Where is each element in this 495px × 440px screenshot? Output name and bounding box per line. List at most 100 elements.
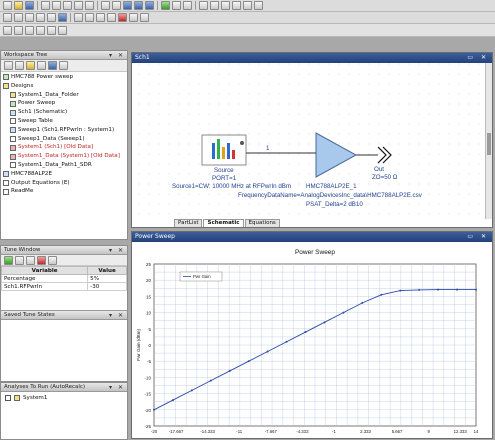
search-icon[interactable]	[85, 13, 94, 22]
tree-item[interactable]: System1 (Sch1) [Old Data]	[3, 143, 125, 152]
tree-item[interactable]: Sch1 (Schematic)	[3, 108, 125, 117]
select-icon[interactable]	[3, 13, 12, 22]
data-point[interactable]	[266, 350, 269, 353]
new-design-icon[interactable]	[4, 61, 13, 70]
grid-view-icon[interactable]	[134, 1, 143, 10]
new-table-icon[interactable]	[37, 61, 46, 70]
tree-item[interactable]: Sweep Table	[3, 117, 125, 126]
line-icon[interactable]	[243, 1, 252, 10]
delete-icon[interactable]	[118, 13, 127, 22]
ground-icon[interactable]	[47, 13, 56, 22]
analysis-item[interactable]: System1	[1, 392, 127, 404]
marker-icon[interactable]	[221, 1, 230, 10]
properties-icon[interactable]	[59, 61, 68, 70]
data-point[interactable]	[361, 301, 364, 304]
tab-partlist[interactable]: PartList	[174, 219, 203, 227]
panel-window-buttons[interactable]: ▾ ✕	[109, 383, 125, 392]
text-icon[interactable]	[232, 1, 241, 10]
help-icon[interactable]	[140, 13, 149, 22]
tree-item[interactable]: System1_Data_Folder	[3, 91, 125, 100]
tune-down-icon[interactable]	[26, 255, 35, 265]
flip-icon[interactable]	[36, 13, 45, 22]
graph-icon[interactable]	[199, 1, 208, 10]
properties-icon[interactable]	[129, 13, 138, 22]
part-resistor-icon[interactable]	[3, 25, 12, 35]
part-filter-icon[interactable]	[58, 25, 67, 35]
tree-item[interactable]: Designs	[3, 82, 125, 91]
undo-icon[interactable]	[74, 1, 83, 10]
tree-item[interactable]: HMC788ALP2E	[3, 170, 125, 179]
zoom-fit-icon[interactable]	[74, 13, 83, 22]
zoom-out-icon[interactable]	[112, 1, 121, 10]
data-point[interactable]	[171, 399, 174, 402]
rotate-icon[interactable]	[25, 13, 34, 22]
tile-icon[interactable]	[145, 1, 154, 10]
clock-icon[interactable]	[183, 1, 192, 10]
redo-icon[interactable]	[85, 1, 94, 10]
table-row[interactable]: Percentage 5%	[0, 274, 127, 283]
data-point[interactable]	[437, 288, 440, 291]
table-icon[interactable]	[210, 1, 219, 10]
folder-icon[interactable]	[26, 61, 35, 70]
window-buttons[interactable]: ▭ ✕	[467, 53, 489, 63]
tune-up-icon[interactable]	[15, 255, 24, 265]
data-point[interactable]	[247, 360, 250, 363]
tree-item[interactable]: System1_Data (System1) [Old Data]	[3, 152, 125, 161]
data-point[interactable]	[228, 369, 231, 372]
power-sweep-chart[interactable]: Power Sweep2520151050-5-10-15-20-25-20 -1…	[132, 242, 492, 438]
tree-item[interactable]: Output Equations (E)	[3, 179, 125, 188]
pan-icon[interactable]	[96, 13, 105, 22]
settings-icon[interactable]	[48, 255, 57, 265]
tree-item[interactable]: Sweep1 (Sch1.RFPwrIn : System1)	[3, 126, 125, 135]
value-cell[interactable]: 5%	[87, 274, 127, 283]
data-point[interactable]	[475, 288, 477, 291]
data-point[interactable]	[285, 340, 288, 343]
remove-icon[interactable]	[37, 255, 46, 265]
save-icon[interactable]	[25, 1, 34, 10]
part-capacitor-icon[interactable]	[14, 25, 23, 35]
cut-icon[interactable]	[41, 1, 50, 10]
scrollbar-thumb[interactable]	[487, 133, 491, 155]
panel-window-buttons[interactable]: ▾ ✕	[109, 246, 125, 255]
panel-window-buttons[interactable]: ▾ ✕	[109, 311, 125, 320]
layout-icon[interactable]	[123, 1, 132, 10]
data-point[interactable]	[153, 408, 155, 411]
arrow-icon[interactable]	[254, 1, 263, 10]
paste-icon[interactable]	[63, 1, 72, 10]
stop-icon[interactable]	[172, 1, 181, 10]
port-icon[interactable]	[58, 13, 67, 22]
run-icon[interactable]	[161, 1, 170, 10]
panel-window-buttons[interactable]: ▾ ✕	[109, 51, 125, 60]
new-graph-icon[interactable]	[15, 61, 24, 70]
data-point[interactable]	[342, 311, 345, 314]
grid-icon[interactable]	[48, 61, 57, 70]
part-mixer-icon[interactable]	[47, 25, 56, 35]
open-folder-icon[interactable]	[14, 1, 23, 10]
zoom-in-icon[interactable]	[101, 1, 110, 10]
data-point[interactable]	[456, 288, 459, 291]
window-buttons[interactable]: ▭ ✕	[467, 232, 489, 242]
data-point[interactable]	[418, 288, 421, 291]
part-inductor-icon[interactable]	[25, 25, 34, 35]
vertical-scrollbar[interactable]	[485, 63, 492, 219]
source-block[interactable]	[201, 134, 247, 166]
tab-schematic[interactable]: Schematic	[203, 219, 244, 227]
data-point[interactable]	[323, 321, 326, 324]
measure-icon[interactable]	[107, 13, 116, 22]
data-point[interactable]	[399, 289, 402, 292]
copy-icon[interactable]	[52, 1, 61, 10]
tab-equations[interactable]: Equations	[244, 219, 280, 227]
analysis-checkbox[interactable]	[5, 395, 11, 401]
data-point[interactable]	[304, 331, 307, 334]
tree-item[interactable]: ReadMe	[3, 187, 125, 196]
value-cell[interactable]: -30	[87, 282, 127, 291]
wire-icon[interactable]	[14, 13, 23, 22]
data-point[interactable]	[380, 293, 383, 296]
data-point[interactable]	[190, 389, 193, 392]
tree-item[interactable]: Sweep1_Data (Sweep1)	[3, 135, 125, 144]
table-row[interactable]: Sch1.RFPwrIn -30	[0, 282, 127, 291]
data-point[interactable]	[209, 379, 212, 382]
tree-item[interactable]: HMC788 Power sweep	[3, 73, 125, 82]
tree-item[interactable]: Power Sweep	[3, 99, 125, 108]
part-amplifier-icon[interactable]	[36, 25, 45, 35]
